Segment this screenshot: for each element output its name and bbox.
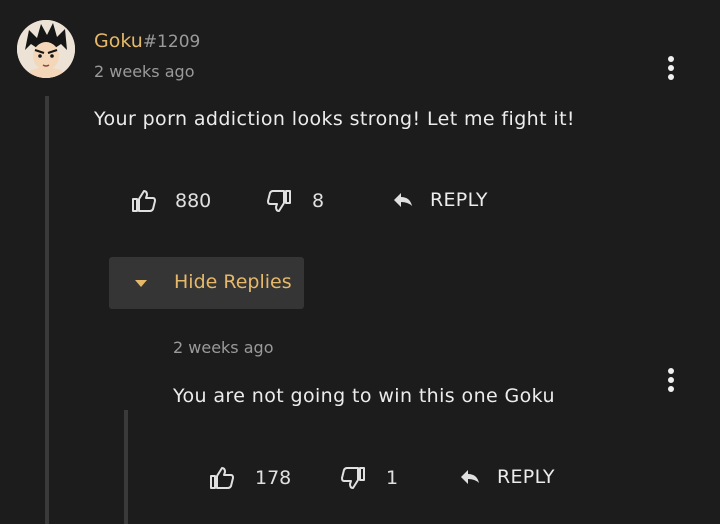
thumbs-up-icon (209, 466, 235, 490)
reply-reply-label: REPLY (497, 466, 555, 488)
reply-like-button[interactable]: 178 (209, 466, 291, 490)
comment-timestamp: 2 weeks ago (94, 62, 195, 81)
comment-text: Your porn addiction looks strong! Let me… (94, 108, 575, 130)
reply-button[interactable]: REPLY (392, 189, 488, 211)
thumbs-up-icon (131, 189, 157, 213)
reply-dislike-count: 1 (386, 467, 399, 489)
like-button[interactable]: 880 (131, 189, 211, 213)
hide-replies-label: Hide Replies (174, 271, 292, 293)
reply-like-count: 178 (255, 467, 292, 489)
dislike-count: 8 (312, 190, 325, 212)
reply-arrow-icon (459, 468, 481, 486)
reply-text: You are not going to win this one Goku (173, 385, 555, 407)
reply-label: REPLY (430, 189, 488, 211)
thumbs-down-icon (340, 466, 366, 490)
comment-menu-kebab-icon[interactable] (666, 56, 676, 84)
avatar[interactable] (17, 20, 75, 78)
hide-replies-button[interactable]: Hide Replies (109, 257, 304, 309)
reply-reply-button[interactable]: REPLY (459, 466, 555, 488)
username[interactable]: Goku (94, 30, 143, 52)
caret-down-icon (135, 280, 147, 287)
thumbs-down-icon (266, 189, 292, 213)
reply-timestamp: 2 weeks ago (173, 338, 274, 357)
dislike-button[interactable]: 8 (266, 189, 324, 213)
thread-line-main (45, 96, 49, 524)
reply-dislike-button[interactable]: 1 (340, 466, 398, 490)
like-count: 880 (175, 190, 212, 212)
thread-line-reply (124, 410, 128, 524)
comment-author[interactable]: Goku#1209 (94, 30, 200, 52)
user-tag: #1209 (142, 32, 201, 52)
reply-arrow-icon (392, 191, 414, 209)
reply-menu-kebab-icon[interactable] (666, 368, 676, 396)
